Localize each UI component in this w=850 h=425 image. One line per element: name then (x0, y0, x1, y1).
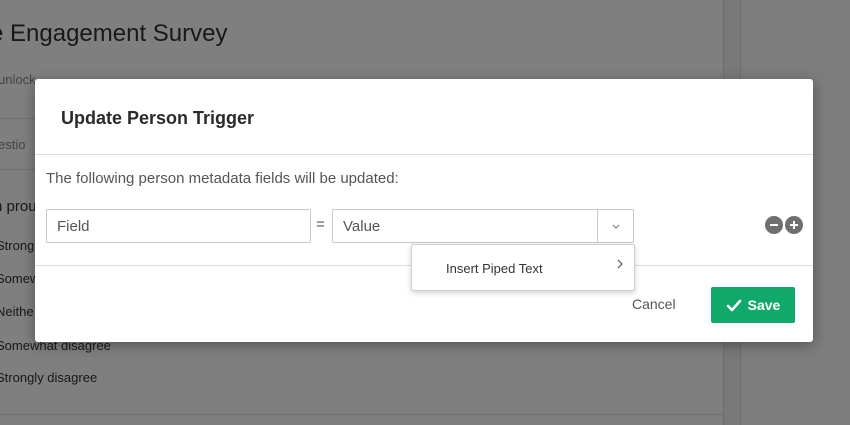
checkmark-icon (726, 299, 741, 311)
metadata-value-input[interactable] (333, 210, 597, 242)
chevron-right-icon (617, 259, 623, 269)
minus-circle-icon (770, 224, 778, 226)
cancel-button[interactable]: Cancel (632, 296, 676, 312)
dialog-title: Update Person Trigger (61, 108, 255, 128)
metadata-field-input[interactable] (46, 209, 311, 243)
chevron-down-icon (612, 224, 619, 229)
menu-item-label: Insert Piped Text (446, 261, 543, 276)
value-dropdown-button[interactable] (597, 210, 633, 242)
value-dropdown-menu: Insert Piped Text (411, 244, 635, 291)
save-button[interactable]: Save (711, 287, 795, 323)
add-row-button[interactable] (785, 216, 803, 234)
equals-sign: = (316, 216, 325, 233)
update-person-trigger-dialog: Update Person Trigger The following pers… (35, 79, 813, 342)
divider (35, 154, 813, 155)
plus-circle-icon (790, 221, 798, 229)
row-controls (765, 216, 805, 234)
remove-row-button[interactable] (765, 216, 783, 234)
value-combobox (332, 209, 634, 243)
menu-item-insert-piped-text[interactable]: Insert Piped Text (412, 245, 634, 290)
dialog-description: The following person metadata fields wil… (46, 170, 399, 187)
save-button-label: Save (747, 297, 781, 313)
